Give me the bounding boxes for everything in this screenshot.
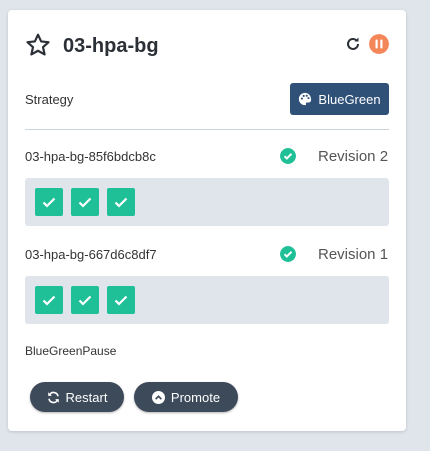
pods-container: [25, 178, 389, 226]
check-icon: [42, 295, 56, 306]
pod-status-healthy[interactable]: [35, 188, 63, 216]
healthy-check-icon: [280, 246, 296, 262]
pod-status-healthy[interactable]: [107, 286, 135, 314]
revision-label: Revision 1: [318, 246, 389, 263]
refresh-icon[interactable]: [345, 36, 361, 52]
replicaset-name: 03-hpa-bg-667d6c8df7: [25, 247, 157, 262]
palette-icon: [299, 92, 312, 106]
divider: [25, 129, 389, 130]
check-icon: [114, 197, 128, 208]
rollout-title: 03-hpa-bg: [63, 35, 159, 57]
restart-button-label: Restart: [65, 389, 108, 405]
check-icon: [78, 295, 92, 306]
revision-label: Revision 2: [318, 148, 389, 165]
promote-button[interactable]: Promote: [134, 382, 238, 412]
strategy-badge: BlueGreen: [290, 83, 389, 115]
pod-status-healthy[interactable]: [71, 286, 99, 314]
rollout-card: 03-hpa-bg Strategy BlueGreen 03-hpa-bg-8…: [8, 10, 406, 431]
pod-status-healthy[interactable]: [71, 188, 99, 216]
pause-circle-icon[interactable]: [369, 34, 389, 54]
pods-container: [25, 276, 389, 324]
pod-status-healthy[interactable]: [107, 188, 135, 216]
card-header: 03-hpa-bg: [25, 32, 389, 60]
healthy-check-icon: [280, 148, 296, 164]
current-step-label: BlueGreenPause: [25, 344, 117, 358]
restart-button[interactable]: Restart: [30, 382, 124, 412]
pod-status-healthy[interactable]: [35, 286, 63, 314]
promote-button-label: Promote: [170, 389, 221, 405]
star-outline-icon[interactable]: [25, 32, 51, 58]
strategy-label: Strategy: [25, 92, 74, 107]
replicaset-name: 03-hpa-bg-85f6bdcb8c: [25, 149, 156, 164]
check-icon: [114, 295, 128, 306]
strategy-badge-label: BlueGreen: [318, 91, 381, 107]
check-icon: [78, 197, 92, 208]
sync-icon: [47, 391, 59, 403]
check-icon: [42, 197, 56, 208]
chevron-up-circle-icon: [151, 390, 165, 404]
